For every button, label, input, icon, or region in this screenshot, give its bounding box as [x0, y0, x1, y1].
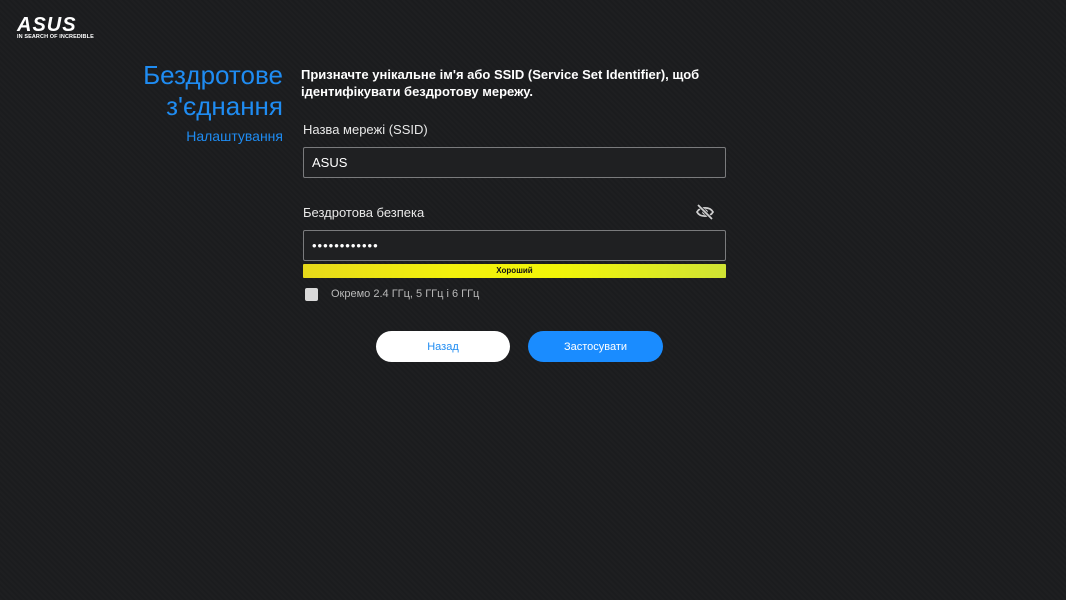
- logo-wordmark: ASUS: [17, 14, 77, 36]
- password-strength-label: Хороший: [496, 266, 533, 275]
- page-description: Призначте унікальне ім'я або SSID (Servi…: [301, 67, 700, 99]
- security-label: Бездротова безпека: [303, 205, 425, 220]
- ssid-label: Назва мережі (SSID): [303, 122, 428, 137]
- page-heading: Бездротове з'єднання Налаштування: [143, 60, 283, 145]
- password-strength-bar: Хороший: [303, 264, 726, 278]
- eye-off-icon[interactable]: [695, 203, 715, 221]
- asus-logo: ASUS IN SEARCH OF INCREDIBLE: [17, 14, 94, 42]
- ssid-input[interactable]: [303, 147, 726, 178]
- page-title-line-1: Бездротове: [143, 60, 283, 90]
- separate-bands-option[interactable]: Окремо 2.4 ГГц, 5 ГГц і 6 ГГц: [305, 286, 479, 302]
- separate-bands-checkbox[interactable]: [305, 287, 318, 301]
- page-title: Бездротове з'єднання: [143, 60, 283, 122]
- logo-tagline: IN SEARCH OF INCREDIBLE: [17, 34, 94, 40]
- security-password-input[interactable]: [303, 230, 726, 261]
- page-subtitle: Налаштування: [186, 128, 283, 144]
- apply-button[interactable]: Застосувати: [528, 331, 663, 362]
- page-title-line-2: з'єднання: [166, 91, 283, 121]
- separate-bands-label: Окремо 2.4 ГГц, 5 ГГц і 6 ГГц: [331, 288, 480, 300]
- back-button[interactable]: Назад: [376, 331, 510, 362]
